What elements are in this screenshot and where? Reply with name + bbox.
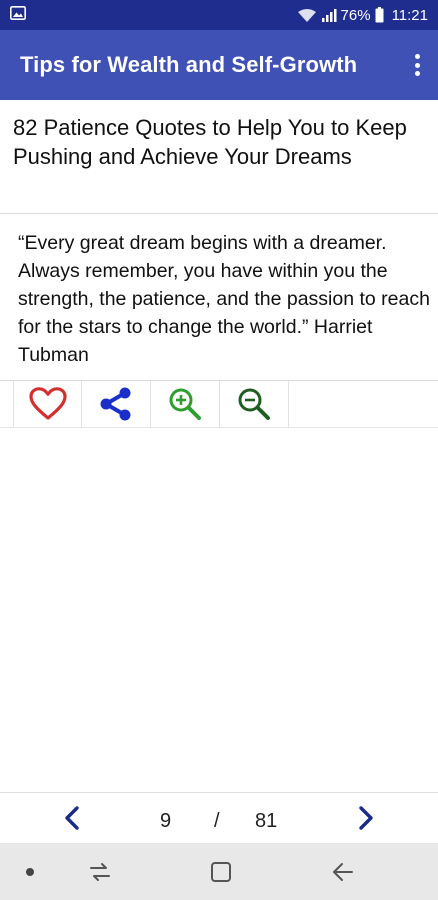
system-nav-bar: [0, 843, 438, 900]
dot-icon[interactable]: [26, 868, 34, 876]
app-title: Tips for Wealth and Self-Growth: [20, 52, 358, 77]
heart-icon: [28, 387, 67, 420]
battery-percent: 76%: [340, 6, 371, 24]
home-icon: [211, 862, 231, 882]
action-row: [0, 381, 438, 427]
pager: 9 / 81: [0, 793, 438, 843]
next-button[interactable]: [352, 805, 378, 831]
zoom-in-button[interactable]: [151, 381, 220, 427]
previous-button[interactable]: [60, 805, 86, 831]
favorite-button[interactable]: [13, 381, 82, 427]
recent-apps-button[interactable]: [88, 861, 112, 883]
status-time: 11:21: [391, 6, 428, 24]
divider: [0, 213, 438, 214]
page-current: 9: [160, 810, 172, 832]
quote-block: “Every great dream begins with a dreamer…: [18, 229, 436, 369]
battery-icon: [375, 7, 384, 23]
status-right: 76% 11:21: [297, 7, 428, 24]
image-notification-icon: [10, 6, 26, 24]
zoom-out-button[interactable]: [220, 381, 289, 427]
status-bar: 76% 11:21: [0, 0, 438, 30]
zoom-out-icon: [238, 388, 270, 420]
wifi-icon: [297, 8, 317, 23]
back-icon: [333, 863, 353, 881]
app-bar: Tips for Wealth and Self-Growth: [0, 30, 438, 100]
share-icon: [100, 387, 131, 421]
signal-icon: [321, 8, 337, 23]
share-button[interactable]: [82, 381, 151, 427]
article-title: 82 Patience Quotes to Help You to Keep P…: [13, 115, 407, 169]
back-button[interactable]: [331, 861, 355, 883]
page-separator: /: [214, 810, 220, 832]
home-button[interactable]: [210, 861, 232, 883]
recent-apps-icon: [90, 863, 110, 881]
divider: [0, 427, 438, 428]
zoom-in-icon: [169, 388, 201, 420]
chevron-left-icon: [65, 806, 79, 830]
more-vertical-icon[interactable]: [410, 52, 424, 78]
chevron-right-icon: [359, 806, 373, 830]
status-left: [10, 6, 26, 24]
page-total: 81: [255, 810, 278, 832]
